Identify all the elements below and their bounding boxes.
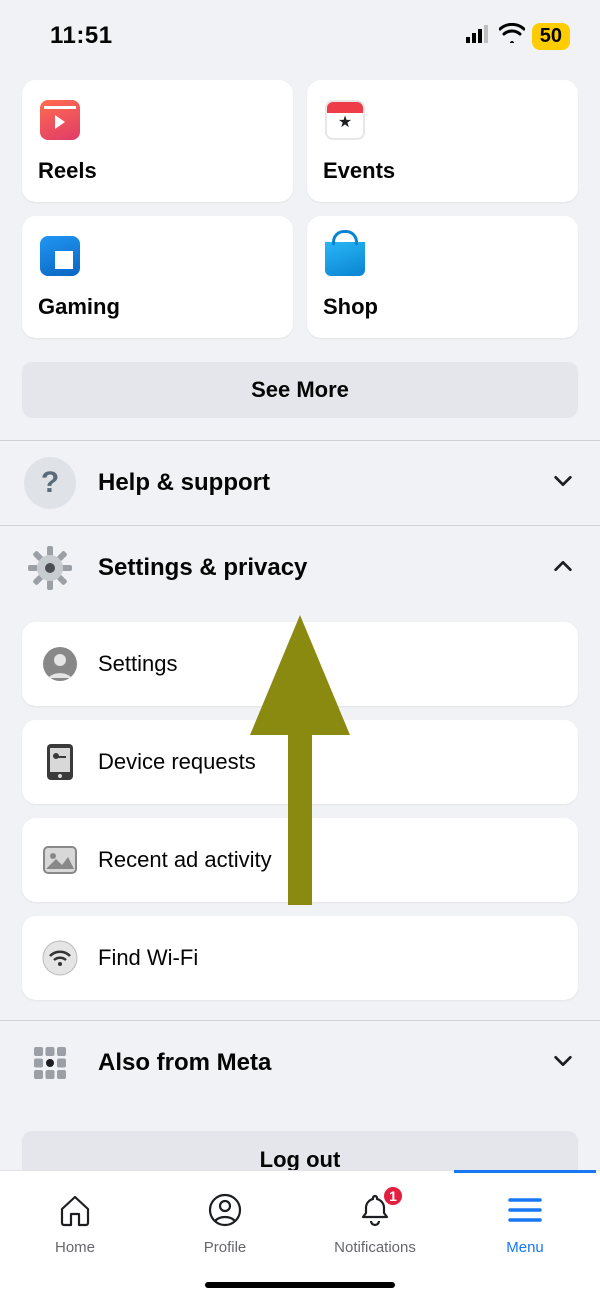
shortcut-label: Reels xyxy=(38,158,277,184)
tab-bar: Home Profile 1 Notifications Menu xyxy=(0,1170,600,1298)
menu-item-device-requests[interactable]: Device requests xyxy=(22,720,578,804)
tab-label: Home xyxy=(55,1239,95,1256)
notification-badge: 1 xyxy=(382,1185,404,1207)
bell-icon: 1 xyxy=(356,1191,394,1229)
tab-label: Menu xyxy=(506,1239,544,1256)
menu-screen: 11:51 50 Reels Events Gaming xyxy=(0,0,600,1298)
chevron-up-icon xyxy=(552,555,574,582)
shortcut-gaming[interactable]: Gaming xyxy=(22,216,293,338)
logout-wrap: Log out xyxy=(0,1105,600,1170)
section-also-from-meta[interactable]: Also from Meta xyxy=(0,1021,600,1105)
see-more-button[interactable]: See More xyxy=(22,362,578,418)
chevron-down-icon xyxy=(552,1050,574,1077)
tab-home[interactable]: Home xyxy=(0,1171,150,1298)
logout-button[interactable]: Log out xyxy=(22,1131,578,1170)
wifi-circle-icon xyxy=(40,938,80,978)
shop-icon xyxy=(323,234,367,278)
menu-item-settings[interactable]: Settings xyxy=(22,622,578,706)
profile-icon xyxy=(206,1191,244,1229)
reels-icon xyxy=(38,98,82,142)
home-icon xyxy=(56,1191,94,1229)
shortcut-reels[interactable]: Reels xyxy=(22,80,293,202)
tab-label: Notifications xyxy=(334,1239,416,1256)
battery-indicator: 50 xyxy=(532,23,570,50)
status-icons: 50 xyxy=(466,22,570,50)
tab-notifications[interactable]: 1 Notifications xyxy=(300,1171,450,1298)
section-label: Help & support xyxy=(98,469,530,497)
person-circle-icon xyxy=(40,644,80,684)
section-label: Also from Meta xyxy=(98,1049,530,1077)
shortcut-label: Shop xyxy=(323,294,562,320)
apps-grid-icon xyxy=(24,1037,76,1089)
events-icon xyxy=(323,98,367,142)
shortcut-label: Gaming xyxy=(38,294,277,320)
section-help-support[interactable]: ? Help & support xyxy=(0,441,600,525)
chevron-down-icon xyxy=(552,470,574,497)
gear-icon xyxy=(24,542,76,594)
see-more-wrap: See More xyxy=(0,352,600,440)
phone-key-icon xyxy=(40,742,80,782)
home-indicator xyxy=(205,1282,395,1288)
shortcut-grid: Reels Events Gaming Shop xyxy=(0,72,600,352)
tab-label: Profile xyxy=(204,1239,247,1256)
question-icon: ? xyxy=(24,457,76,509)
section-label: Settings & privacy xyxy=(98,554,530,582)
menu-item-recent-ad-activity[interactable]: Recent ad activity xyxy=(22,818,578,902)
wifi-icon xyxy=(499,22,525,50)
menu-item-label: Settings xyxy=(98,651,178,677)
gaming-icon xyxy=(38,234,82,278)
status-bar: 11:51 50 xyxy=(0,0,600,72)
menu-item-label: Find Wi-Fi xyxy=(98,945,198,971)
section-settings-privacy[interactable]: Settings & privacy xyxy=(0,525,600,610)
shortcut-events[interactable]: Events xyxy=(307,80,578,202)
status-time: 11:51 xyxy=(50,22,113,50)
tab-profile[interactable]: Profile xyxy=(150,1171,300,1298)
cellular-icon xyxy=(466,22,492,50)
menu-item-find-wifi[interactable]: Find Wi-Fi xyxy=(22,916,578,1000)
image-icon xyxy=(40,840,80,880)
settings-submenu: Settings Device requests Recent ad activ… xyxy=(0,610,600,1020)
menu-item-label: Device requests xyxy=(98,749,256,775)
content: Reels Events Gaming Shop See More ? Help… xyxy=(0,72,600,1170)
shortcut-shop[interactable]: Shop xyxy=(307,216,578,338)
shortcut-label: Events xyxy=(323,158,562,184)
hamburger-icon xyxy=(506,1191,544,1229)
menu-item-label: Recent ad activity xyxy=(98,847,272,873)
tab-menu[interactable]: Menu xyxy=(450,1171,600,1298)
